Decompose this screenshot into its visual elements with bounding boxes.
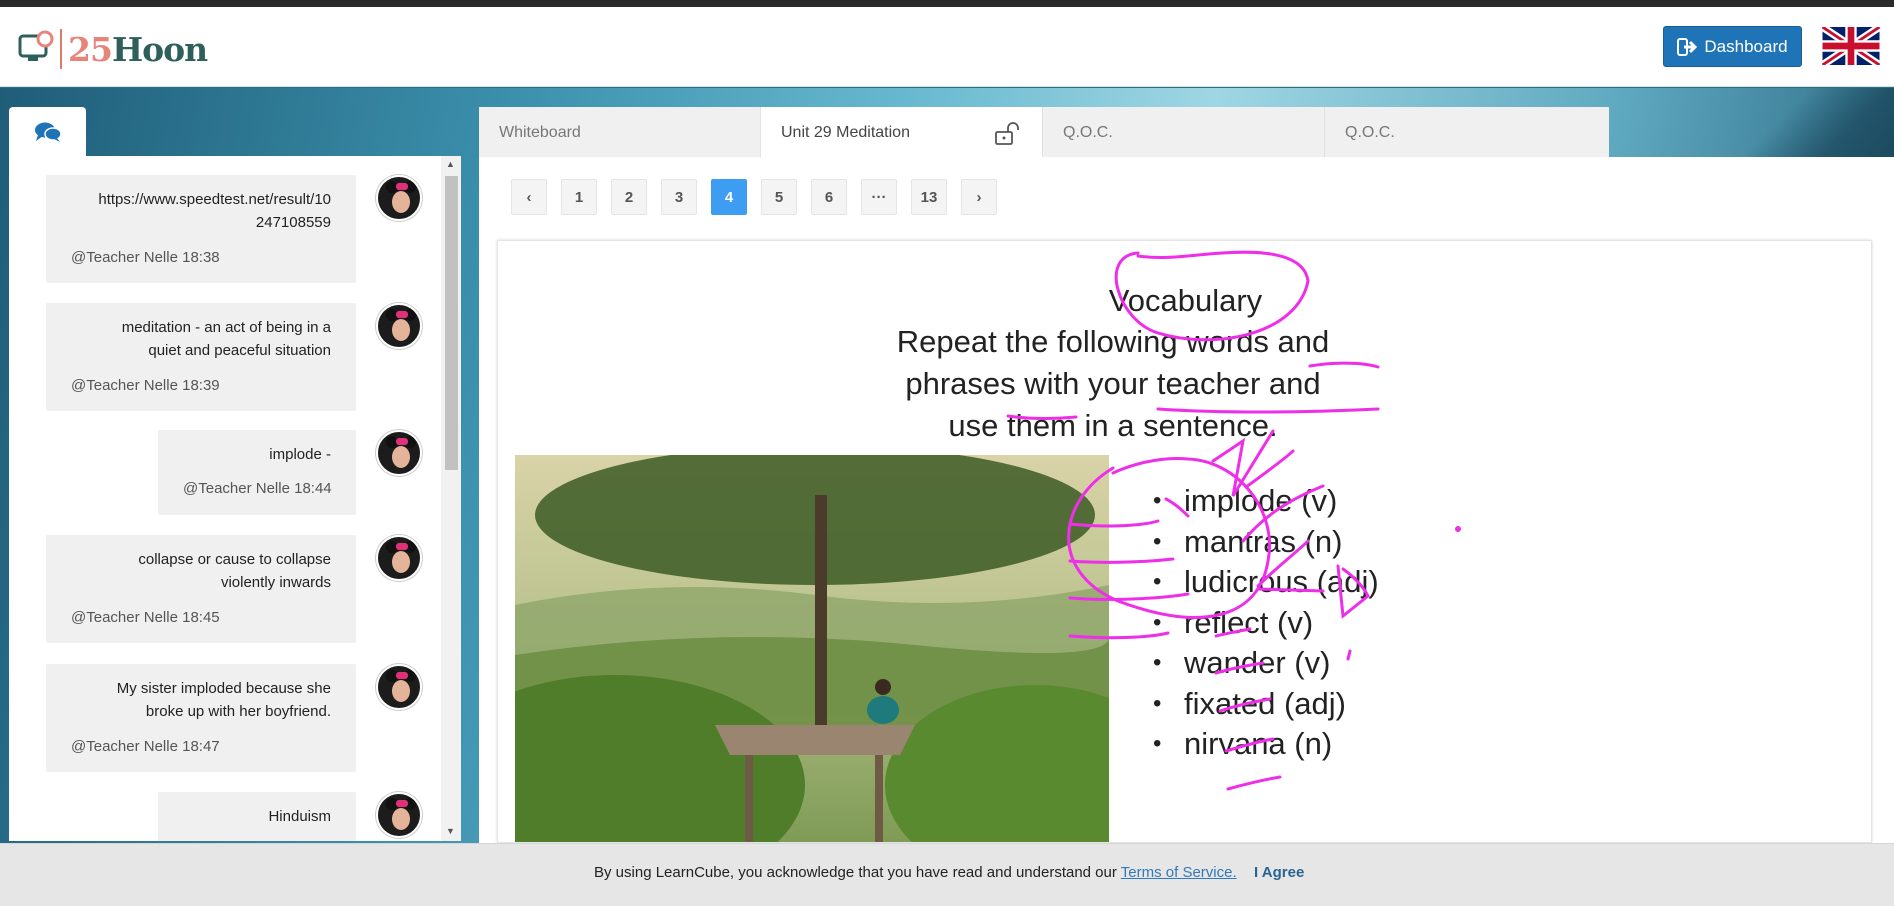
cookie-message: By using LearnCube, you acknowledge that… bbox=[594, 864, 1237, 881]
avatar bbox=[376, 792, 422, 838]
page-button[interactable]: 6 bbox=[811, 179, 847, 215]
message-line: quiet and peaceful situation bbox=[148, 342, 331, 359]
terms-of-service-link[interactable]: Terms of Service. bbox=[1121, 864, 1237, 881]
dashboard-label: Dashboard bbox=[1704, 36, 1788, 56]
cookie-text: By using LearnCube, you acknowledge that… bbox=[594, 864, 1117, 881]
page-button[interactable]: 3 bbox=[661, 179, 697, 215]
next-page-button[interactable]: › bbox=[961, 179, 997, 215]
message-line: meditation - an act of being in a bbox=[121, 319, 331, 336]
logo-mark-icon bbox=[18, 30, 56, 68]
slide-title: Vocabulary bbox=[1108, 283, 1263, 318]
scroll-up-icon[interactable]: ▲ bbox=[446, 159, 455, 169]
page-ellipsis[interactable]: ··· bbox=[861, 179, 897, 215]
chat-message: My sister imploded because she broke up … bbox=[46, 664, 356, 772]
tab-qoc-1[interactable]: Q.O.C. bbox=[1043, 107, 1325, 158]
chat-tab[interactable] bbox=[9, 107, 86, 157]
chat-message: https://www.speedtest.net/result/10 2471… bbox=[46, 175, 356, 283]
vocab-item: wander (v) bbox=[1153, 643, 1379, 684]
app-header: 25Hoon Dashboard bbox=[0, 7, 1894, 87]
page-button[interactable]: 1 bbox=[561, 179, 597, 215]
vocab-item: reflect (v) bbox=[1153, 603, 1379, 644]
logo[interactable]: 25Hoon bbox=[18, 27, 208, 71]
whiteboard-slide[interactable]: Vocabulary Repeat the following words an… bbox=[497, 240, 1872, 843]
vocab-item: mantras (n) bbox=[1153, 522, 1379, 563]
main-panel: ‹ 1 2 3 4 5 6 ··· 13 › Vocabulary Repeat… bbox=[479, 157, 1894, 843]
avatar bbox=[376, 303, 422, 349]
logo-text: 25Hoon bbox=[68, 29, 208, 69]
scroll-down-icon[interactable]: ▼ bbox=[446, 826, 455, 836]
tab-whiteboard[interactable]: Whiteboard bbox=[479, 107, 761, 158]
logo-number: 25 bbox=[68, 29, 113, 69]
message-line: Hinduism bbox=[268, 808, 331, 825]
tab-label: Unit 29 Meditation bbox=[781, 123, 910, 141]
logo-separator bbox=[60, 29, 62, 69]
message-meta: @Teacher Nelle 18:44 bbox=[183, 480, 332, 497]
slide-photo bbox=[515, 455, 1109, 842]
message-line: broke up with her boyfriend. bbox=[145, 703, 331, 720]
tab-label: Q.O.C. bbox=[1063, 123, 1113, 141]
page-button[interactable]: 5 bbox=[761, 179, 797, 215]
message-line: 247108559 bbox=[255, 214, 331, 231]
chevron-left-icon: ‹ bbox=[526, 188, 532, 206]
message-meta: @Teacher Nelle 18:38 bbox=[71, 249, 220, 266]
vocab-item: ludicrous (adj) bbox=[1153, 562, 1379, 603]
chat-message: implode - @Teacher Nelle 18:44 bbox=[158, 430, 356, 515]
chat-bubbles-icon bbox=[34, 122, 62, 142]
prev-page-button[interactable]: ‹ bbox=[511, 179, 547, 215]
sign-out-icon bbox=[1677, 37, 1698, 56]
chat-message: meditation - an act of being in a quiet … bbox=[46, 303, 356, 411]
dashboard-button[interactable]: Dashboard bbox=[1663, 26, 1802, 67]
chat-scrollbar[interactable]: ▲ ▼ bbox=[441, 156, 461, 841]
vocab-item: nirvana (n) bbox=[1153, 724, 1379, 765]
page-button[interactable]: 2 bbox=[611, 179, 647, 215]
page-button[interactable]: 13 bbox=[911, 179, 947, 215]
unlock-icon[interactable] bbox=[994, 121, 1024, 145]
uk-flag-icon[interactable] bbox=[1820, 23, 1882, 69]
avatar bbox=[376, 535, 422, 581]
vocab-item: fixated (adj) bbox=[1153, 684, 1379, 725]
vocab-item: implode (v) bbox=[1153, 481, 1379, 522]
slide-subtitle: Repeat the following words and phrases w… bbox=[896, 324, 1330, 443]
chat-message: collapse or cause to collapse violently … bbox=[46, 535, 356, 643]
tab-bar: Whiteboard Unit 29 Meditation Q.O.C. Q.O… bbox=[479, 107, 1609, 158]
tab-qoc-2[interactable]: Q.O.C. bbox=[1325, 107, 1609, 158]
tab-label: Whiteboard bbox=[499, 123, 581, 141]
message-line: https://www.speedtest.net/result/10 bbox=[98, 191, 331, 208]
tab-label: Q.O.C. bbox=[1345, 123, 1395, 141]
message-line: violently inwards bbox=[220, 574, 331, 591]
message-meta: @Teacher Nelle 18:47 bbox=[71, 738, 220, 755]
message-meta: @Teacher Nelle 18:39 bbox=[71, 377, 220, 394]
chat-panel[interactable]: https://www.speedtest.net/result/10 2471… bbox=[9, 156, 461, 841]
message-line: collapse or cause to collapse bbox=[138, 551, 331, 568]
agree-button[interactable]: I Agree bbox=[1254, 864, 1304, 881]
avatar bbox=[376, 664, 422, 710]
logo-word: Hoon bbox=[111, 29, 208, 69]
avatar bbox=[376, 175, 422, 221]
cookie-banner: By using LearnCube, you acknowledge that… bbox=[0, 843, 1894, 906]
tab-unit-29-meditation[interactable]: Unit 29 Meditation bbox=[761, 107, 1043, 158]
message-line: implode - bbox=[269, 446, 331, 463]
chevron-right-icon: › bbox=[976, 188, 982, 206]
scrollbar-thumb[interactable] bbox=[445, 176, 458, 470]
top-border bbox=[0, 0, 1894, 7]
vocab-list: implode (v) mantras (n) ludicrous (adj) … bbox=[1153, 481, 1379, 765]
avatar bbox=[376, 430, 422, 476]
message-line: My sister imploded because she bbox=[116, 680, 331, 697]
message-meta: @Teacher Nelle 18:45 bbox=[71, 609, 220, 626]
page-button-current[interactable]: 4 bbox=[711, 179, 747, 215]
chat-message: Hinduism bbox=[158, 792, 356, 841]
